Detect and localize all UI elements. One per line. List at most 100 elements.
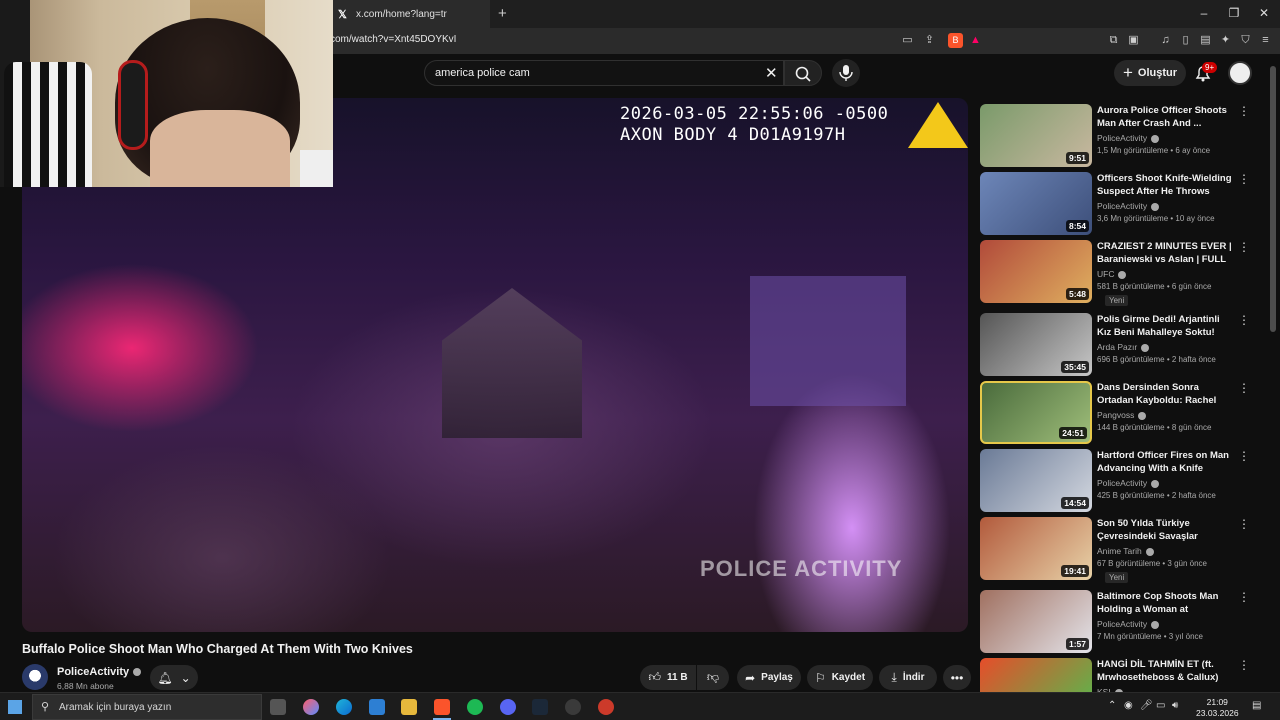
more-vertical-icon[interactable]: ⋮ (1238, 658, 1250, 672)
video-thumbnail[interactable]: 5:48 (980, 240, 1092, 303)
video-thumbnail[interactable]: 14:54 (980, 449, 1092, 512)
copilot-icon[interactable] (303, 699, 319, 715)
voice-search-button[interactable] (832, 59, 860, 87)
browser-tab[interactable]: 𝕏 x.com/home?lang=tr (330, 0, 490, 28)
spotify-icon[interactable] (467, 699, 483, 715)
search-input[interactable]: america police cam ✕ (424, 60, 784, 86)
mail-icon[interactable] (369, 699, 385, 715)
recommendation-title[interactable]: Dans Dersinden Sonra Ortadan Kayboldu: R… (1097, 381, 1233, 407)
recommendation-channel[interactable]: Arda Pazır (1097, 342, 1150, 352)
recommendation-channel[interactable]: PoliceActivity (1097, 478, 1160, 488)
share-button[interactable]: ➦ Paylaş (737, 665, 801, 690)
cast-icon[interactable]: ▭ (900, 33, 915, 48)
tray-chevron-icon[interactable]: ⌃ (1108, 700, 1116, 711)
clear-search-icon[interactable]: ✕ (765, 64, 778, 82)
brave-shields-icon[interactable]: B (948, 33, 963, 48)
video-thumbnail[interactable]: 24:51 (980, 381, 1092, 444)
create-button[interactable]: + Oluştur (1114, 60, 1186, 86)
recommendation-title[interactable]: Polis Girme Dedi! Arjantinli Kız Beni Ma… (1097, 313, 1233, 339)
recommendation-channel[interactable]: Pangvoss (1097, 410, 1147, 420)
windows-start-icon[interactable] (8, 700, 22, 714)
more-vertical-icon[interactable]: ⋮ (1238, 313, 1250, 327)
download-button[interactable]: ⤓ İndir (879, 665, 937, 690)
recommendation-channel[interactable]: PoliceActivity (1097, 619, 1160, 629)
file-explorer-icon[interactable] (401, 699, 417, 715)
sidebar-icon[interactable]: ▯ (1178, 33, 1193, 48)
recommendation-channel[interactable]: PoliceActivity (1097, 201, 1160, 211)
extensions-icon[interactable]: ⧉ (1106, 33, 1121, 48)
search-button[interactable] (784, 60, 822, 86)
microphone-tray-icon[interactable]: 🎤︎ (1140, 700, 1153, 711)
new-tab-button[interactable]: + (498, 5, 507, 22)
more-vertical-icon[interactable]: ⋮ (1238, 172, 1250, 186)
brave-icon[interactable] (434, 699, 450, 715)
network-icon[interactable]: ▭ (1156, 700, 1165, 711)
tray-app-icon[interactable]: ◉ (1124, 700, 1133, 711)
steam-icon[interactable] (532, 699, 548, 715)
recommendation-title[interactable]: CRAZIEST 2 MINUTES EVER | Baraniewski vs… (1097, 240, 1233, 266)
save-button[interactable]: ⚐ Kaydet (807, 665, 873, 690)
recommendation-item[interactable]: 19:41 Son 50 Yılda Türkiye Çevresindeki S… (980, 517, 1250, 583)
video-thumbnail[interactable]: 1:57 (980, 590, 1092, 653)
recommendation-title[interactable]: HANGİ DİL TAHMİN ET (ft. Mrwhosetheboss … (1097, 658, 1233, 684)
edge-icon[interactable] (336, 699, 352, 715)
recommendation-item[interactable]: 8:54 Officers Shoot Knife-Wielding Suspec… (980, 172, 1250, 236)
brave-rewards-icon[interactable]: ▲ (968, 33, 983, 48)
recommendation-title[interactable]: Baltimore Cop Shoots Man Holding a Woman… (1097, 590, 1233, 616)
recommendation-item[interactable]: 9:51 Aurora Police Officer Shoots Man Aft… (980, 104, 1250, 168)
like-button[interactable]: 👍︎ 11 B (640, 665, 696, 690)
volume-icon[interactable]: 🔊︎ (1172, 700, 1178, 711)
channel-avatar[interactable] (22, 664, 48, 690)
more-vertical-icon[interactable]: ⋮ (1238, 449, 1250, 463)
media-icon[interactable]: ♫ (1158, 33, 1173, 48)
recommendation-item[interactable]: 1:57 Baltimore Cop Shoots Man Holding a W… (980, 590, 1250, 654)
account-avatar[interactable] (1228, 61, 1252, 85)
recommendation-item[interactable]: 5:48 CRAZIEST 2 MINUTES EVER | Baraniewsk… (980, 240, 1250, 306)
more-vertical-icon[interactable]: ⋮ (1238, 381, 1250, 395)
screenshot-icon[interactable]: ▣ (1126, 33, 1141, 48)
task-view-icon[interactable] (270, 699, 286, 715)
page-scrollbar[interactable] (1270, 66, 1276, 332)
video-thumbnail[interactable]: 8:54 (980, 172, 1092, 235)
recommendation-item[interactable]: 35:45 Polis Girme Dedi! Arjantinli Kız Be… (980, 313, 1250, 377)
obs-icon[interactable] (565, 699, 581, 715)
subscribed-button[interactable]: 🔔︎ ⌄ (150, 665, 198, 690)
recommendation-channel[interactable]: Anime Tarih (1097, 546, 1154, 556)
more-vertical-icon[interactable]: ⋮ (1238, 240, 1250, 254)
wallet-icon[interactable]: ▤ (1198, 33, 1213, 48)
video-duration: 5:48 (1065, 288, 1089, 300)
recommendation-title[interactable]: Officers Shoot Knife-Wielding Suspect Af… (1097, 172, 1233, 198)
video-thumbnail[interactable]: 19:41 (980, 517, 1092, 580)
video-thumbnail[interactable]: 35:45 (980, 313, 1092, 376)
vpn-icon[interactable]: ⛉ (1238, 33, 1253, 48)
recommendation-channel[interactable]: UFC (1097, 269, 1127, 279)
more-actions-button[interactable]: ••• (943, 665, 971, 690)
recommendation-item[interactable]: 24:51 Dans Dersinden Sonra Ortadan Kaybol… (980, 381, 1250, 445)
game-app-icon[interactable] (598, 699, 614, 715)
restore-icon[interactable]: ❐ (1226, 6, 1242, 20)
bodycam-timestamp: 2026-03-05 22:55:06 -0500 AXON BODY 4 D0… (620, 104, 888, 146)
more-vertical-icon[interactable]: ⋮ (1238, 104, 1250, 118)
timestamp-line-2: AXON BODY 4 D01A9197H (620, 125, 846, 145)
share-page-icon[interactable]: ⇪ (922, 33, 937, 48)
taskbar-clock[interactable]: 21:09 23.03.2026 (1196, 697, 1239, 719)
url-field[interactable]: com/watch?v=Xnt45DOYKvI (330, 34, 456, 45)
recommendation-title[interactable]: Son 50 Yılda Türkiye Çevresindeki Savaşl… (1097, 517, 1233, 543)
taskbar-search[interactable]: ⚲ Aramak için buraya yazın (32, 694, 262, 720)
menu-icon[interactable]: ≡ (1258, 33, 1273, 48)
recommendation-item[interactable]: 14:54 Hartford Officer Fires on Man Advan… (980, 449, 1250, 513)
leo-icon[interactable]: ✦ (1218, 33, 1233, 48)
recommendation-title[interactable]: Hartford Officer Fires on Man Advancing … (1097, 449, 1233, 475)
dislike-button[interactable]: 👎︎ (697, 665, 729, 690)
more-vertical-icon[interactable]: ⋮ (1238, 590, 1250, 604)
discord-icon[interactable] (500, 699, 516, 715)
channel-name[interactable]: PoliceActivity (57, 666, 142, 678)
recommendation-title[interactable]: Aurora Police Officer Shoots Man After C… (1097, 104, 1233, 130)
recommendation-channel[interactable]: PoliceActivity (1097, 133, 1160, 143)
video-thumbnail[interactable]: 9:51 (980, 104, 1092, 167)
more-vertical-icon[interactable]: ⋮ (1238, 517, 1250, 531)
minimize-icon[interactable]: – (1196, 6, 1212, 20)
verified-icon (1141, 343, 1150, 352)
close-window-icon[interactable]: ✕ (1256, 6, 1272, 20)
notification-center-icon[interactable]: ▤ (1252, 700, 1261, 711)
